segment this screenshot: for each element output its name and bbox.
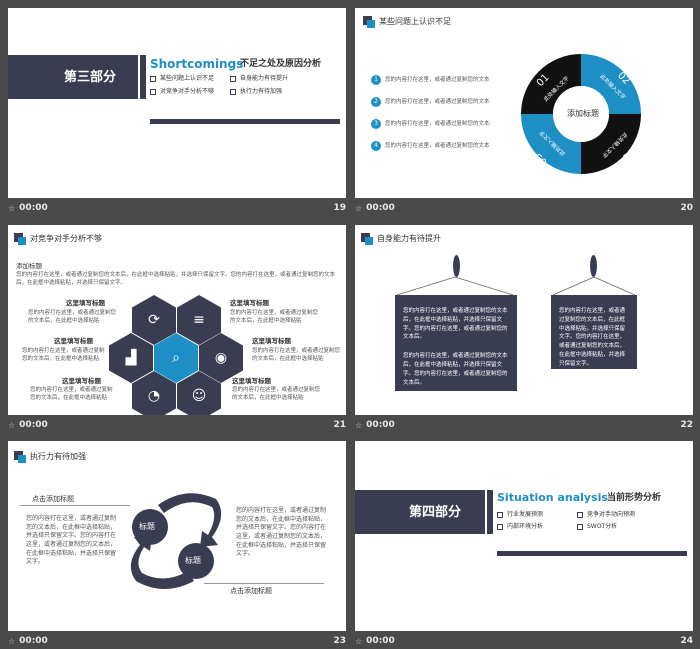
star-icon: ☆ (355, 420, 363, 430)
note-card-right: 您的内容打在这里，或者通过复制您的文本后，在此框中选择粘贴，并选择只保留文字。您… (551, 295, 637, 369)
line-text: 您的内容打在这里，或者通过复制您的文本 (385, 77, 490, 83)
item: 竞争对手动向预测 (577, 511, 635, 519)
note-card-left: 您的内容打在这里，或者通过复制您的文本后，在此框中选择粘贴，并选择只保留文字。您… (395, 295, 517, 391)
item: 行业发展预测 (497, 511, 543, 519)
banner-accent (140, 55, 146, 99)
intro-paragraph: 您的内容打在这里，或者通过复制您的文本后，在此框中选择粘贴，并选择只保留文字。您… (16, 272, 336, 286)
sub-title: 添加标题 (16, 262, 42, 270)
caption-24: ☆ 00:00 24 (355, 636, 693, 646)
item: 自身能力有待提升 (230, 75, 288, 83)
block-body: 您的内容打在这里，或者通过复制您的文本后，在此框中选择粘贴 (28, 310, 117, 324)
checkbox-icon (497, 523, 503, 530)
checkbox-icon (150, 88, 156, 95)
divider-bar (150, 119, 340, 124)
circle-label: 标题 (139, 522, 155, 531)
checkbox-icon (497, 511, 503, 518)
sub-title-2: 点击添加标题 (230, 587, 272, 595)
star-icon: ☆ (355, 203, 363, 213)
item: 执行力有待加强 (230, 88, 282, 96)
number-dot: 1 (371, 75, 381, 85)
hanging-string (396, 276, 514, 296)
sub-title-1: 点击添加标题 (32, 495, 74, 503)
slide-22[interactable]: 自身能力有待提升 您的内容打在这里，或者通过复制您的文本后，在此框中选择粘贴，并… (355, 225, 693, 415)
pin-icon (453, 255, 460, 277)
title-square-icon (361, 233, 373, 245)
item: 内部环境分析 (497, 523, 543, 531)
slide-title: 对竞争对手分析不够 (30, 234, 102, 243)
block-head: 这里填写标题 (232, 377, 271, 385)
ring-center-label: 添加标题 (567, 109, 599, 118)
right-paragraph: 您的内容打在这里，或者通过复制您的文本后，在此框中选择粘贴，并选择只保留文字。您… (236, 507, 327, 558)
star-icon: ☆ (8, 203, 16, 213)
block-body: 您的内容打在这里，或者通过复制您的文本后，在此框中选择粘贴 (252, 348, 341, 362)
line-text: 您的内容打在这里，或者通过复制您的文本 (385, 143, 490, 149)
block-body: 您的内容打在这里，或者通过复制您的文本后，在此框中选择粘贴 (30, 387, 113, 401)
caption-20: ☆ 00:00 20 (355, 203, 693, 213)
hanging-string (552, 276, 636, 296)
title-cn: 不足之处及原因分析 (240, 59, 322, 69)
checkbox-icon (577, 511, 583, 518)
pin-icon (590, 255, 597, 277)
star-icon: ☆ (8, 636, 16, 646)
checkbox-icon (150, 75, 156, 82)
section-label: 第三部分 (64, 70, 117, 85)
checkbox-icon (577, 523, 583, 530)
note-text: 您的内容打在这里，或者通过复制您的文本后，在此框中选择粘贴，并选择只保留文字。您… (403, 353, 508, 386)
caption-22: ☆ 00:00 22 (355, 420, 693, 430)
circle-label: 标题 (185, 556, 201, 565)
star-icon: ☆ (355, 636, 363, 646)
block-head: 这里填写标题 (252, 337, 291, 345)
slide-23[interactable]: 执行力有待加强 点击添加标题 您的内容打在这里，或者通过复制您的文本后，在此框中… (8, 441, 346, 631)
title-square-icon (14, 233, 26, 245)
checkbox-icon (230, 75, 236, 82)
block-head: 这里填写标题 (66, 299, 105, 307)
sub-title-line (20, 505, 130, 506)
title-square-icon (363, 16, 375, 28)
slide-19[interactable]: 第三部分 Shortcomings 不足之处及原因分析 某些问题上认识不足 自身… (8, 8, 346, 198)
item: 对竞争对手分析不够 (150, 88, 214, 96)
title-square-icon (14, 451, 26, 463)
title-cn: 当前形势分析 (607, 493, 662, 503)
block-body: 您的内容打在这里，或者通过复制您的文本后，在此框中选择粘贴 (22, 348, 105, 362)
note-text: 您的内容打在这里，或者通过复制您的文本后，在此框中选择粘贴，并选择只保留文字。您… (559, 308, 626, 367)
item: SWOT分析 (577, 523, 617, 531)
banner-accent (487, 490, 493, 534)
slide-24[interactable]: 第四部分 Situation analysis 当前形势分析 行业发展预测 竞争… (355, 441, 693, 631)
note-text: 您的内容打在这里，或者通过复制您的文本后，在此框中选择粘贴，并选择只保留文字。您… (403, 308, 508, 341)
line-text: 您的内容打在这里，或者通过复制您的文本 (385, 99, 490, 105)
checkbox-icon (230, 88, 236, 95)
number-dot: 4 (371, 141, 381, 151)
line-text: 您的内容打在这里，或者通过复制您的文本 (385, 121, 490, 127)
block-head: 这里填写标题 (230, 299, 269, 307)
block-body: 您的内容打在这里，或者通过复制您的文本后，在此框中选择粘贴 (232, 387, 321, 401)
slide-title: 某些问题上认识不足 (379, 17, 451, 26)
slide-20[interactable]: 某些问题上认识不足 1 您的内容打在这里，或者通过复制您的文本 2 您的内容打在… (355, 8, 693, 198)
block-head: 这里填写标题 (62, 377, 101, 385)
number-dot: 3 (371, 119, 381, 129)
arrow-top (158, 493, 222, 547)
left-paragraph: 您的内容打在这里，或者通过复制您的文本后，在此框中选择粘贴，并选择只保留文字。您… (26, 515, 117, 566)
title-en: Shortcomings (150, 57, 244, 71)
caption-23: ☆ 00:00 23 (8, 636, 346, 646)
item: 某些问题上认识不足 (150, 75, 214, 83)
section-label: 第四部分 (409, 505, 462, 520)
block-head: 这里填写标题 (54, 337, 93, 345)
divider-bar (497, 551, 687, 556)
slide-21[interactable]: 对竞争对手分析不够 添加标题 您的内容打在这里，或者通过复制您的文本后，在此框中… (8, 225, 346, 415)
caption-19: ☆ 00:00 19 (8, 203, 346, 213)
star-icon: ☆ (8, 420, 16, 430)
title-en: Situation analysis (497, 491, 608, 504)
slide-title: 执行力有待加强 (30, 452, 86, 461)
bottom-line (204, 583, 324, 584)
caption-21: ☆ 00:00 21 (8, 420, 346, 430)
number-dot: 2 (371, 97, 381, 107)
block-body: 您的内容打在这里，或者通过复制您的文本后，在此框中选择粘贴 (230, 310, 319, 324)
cycle-diagram (130, 493, 222, 589)
slide-title: 自身能力有待提升 (377, 234, 441, 243)
